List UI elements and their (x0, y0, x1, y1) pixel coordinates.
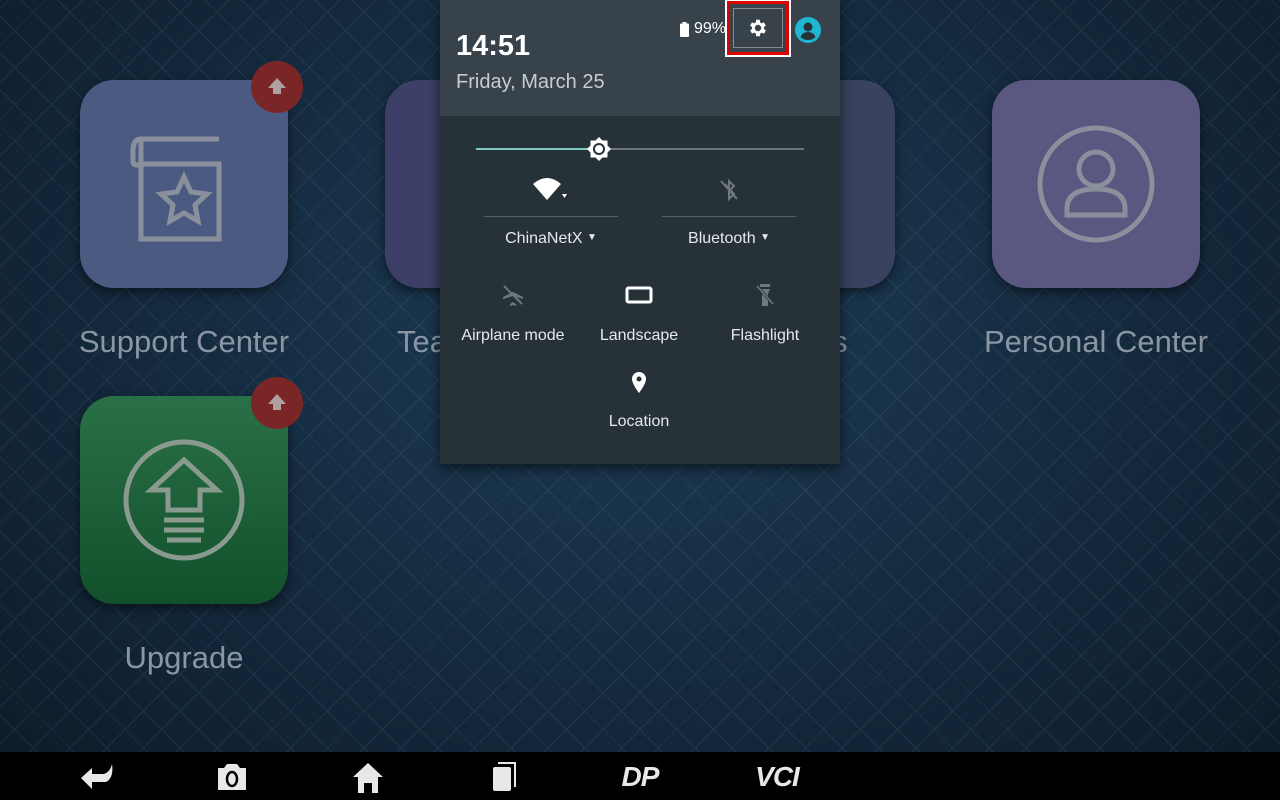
landscape-label: Landscape (599, 327, 679, 344)
quick-settings-panel: 14:51 Friday, March 25 99% ChinaNetX ▼ B… (440, 0, 840, 464)
flashlight-off-icon (755, 284, 775, 306)
wifi-tile[interactable] (484, 176, 618, 207)
upgrade-arrow-icon (123, 439, 245, 561)
location-tile[interactable]: Location (576, 370, 702, 431)
airplane-mode-tile[interactable]: Airplane mode (450, 282, 576, 345)
wifi-icon (533, 178, 567, 200)
settings-button[interactable] (725, 0, 791, 57)
brightness-icon (587, 137, 611, 161)
camera-icon (218, 764, 246, 790)
quick-settings-header: 14:51 Friday, March 25 99% (440, 0, 840, 116)
battery-percent: 99% (694, 20, 727, 37)
clock: 14:51 (456, 30, 531, 62)
user-button[interactable] (795, 17, 821, 48)
brightness-knob[interactable] (585, 135, 613, 163)
update-badge (251, 377, 303, 429)
dp-button[interactable]: DP (608, 760, 672, 794)
gear-icon (750, 19, 766, 37)
airplane-off-icon (503, 284, 523, 306)
location-label: Location (608, 413, 670, 430)
brightness-fill (476, 148, 599, 150)
location-pin-icon (632, 372, 646, 393)
wifi-dropdown[interactable]: ChinaNetX ▼ (484, 230, 618, 248)
vci-button[interactable]: VCI (742, 760, 812, 794)
update-badge (251, 61, 303, 113)
upload-arrow-icon (268, 78, 286, 94)
recents-icon (493, 762, 516, 791)
bluetooth-label: Bluetooth (688, 230, 756, 247)
back-button[interactable] (78, 760, 118, 794)
app-personal-center[interactable] (992, 80, 1200, 288)
wifi-label: ChinaNetX (505, 230, 583, 247)
battery-status: 99% (680, 20, 726, 38)
app-label: Upgrade (124, 640, 244, 675)
dropdown-arrow-icon: ▼ (760, 232, 770, 243)
divider (662, 216, 796, 217)
book-star-icon (130, 136, 222, 242)
bluetooth-tile[interactable] (662, 178, 796, 207)
bluetooth-dropdown[interactable]: Bluetooth ▼ (662, 230, 796, 248)
home-button[interactable] (348, 760, 388, 794)
recents-button[interactable] (484, 760, 524, 794)
app-label: Personal Center (983, 324, 1208, 359)
back-icon (81, 764, 113, 789)
app-support-center[interactable] (80, 80, 288, 288)
date: Friday, March 25 (456, 71, 605, 93)
app-label: Support Center (78, 324, 290, 359)
account-circle-icon (795, 17, 821, 43)
dropdown-arrow-icon: ▼ (586, 232, 597, 243)
airplane-mode-label: Airplane mode (461, 327, 565, 344)
flashlight-label: Flashlight (730, 327, 800, 344)
flashlight-tile[interactable]: Flashlight (702, 282, 828, 345)
person-icon (1037, 125, 1155, 243)
navigation-bar: DP VCI (0, 752, 1280, 800)
landscape-tile[interactable]: Landscape (576, 282, 702, 345)
divider (484, 216, 618, 217)
screen-rotation-landscape-icon (625, 286, 653, 304)
brightness-slider[interactable] (476, 137, 804, 161)
home-icon (353, 763, 383, 793)
upload-arrow-icon (268, 394, 286, 410)
screenshot-button[interactable] (212, 760, 252, 794)
bluetooth-off-icon (720, 178, 738, 202)
battery-icon (680, 21, 689, 37)
app-upgrade[interactable] (80, 396, 288, 604)
